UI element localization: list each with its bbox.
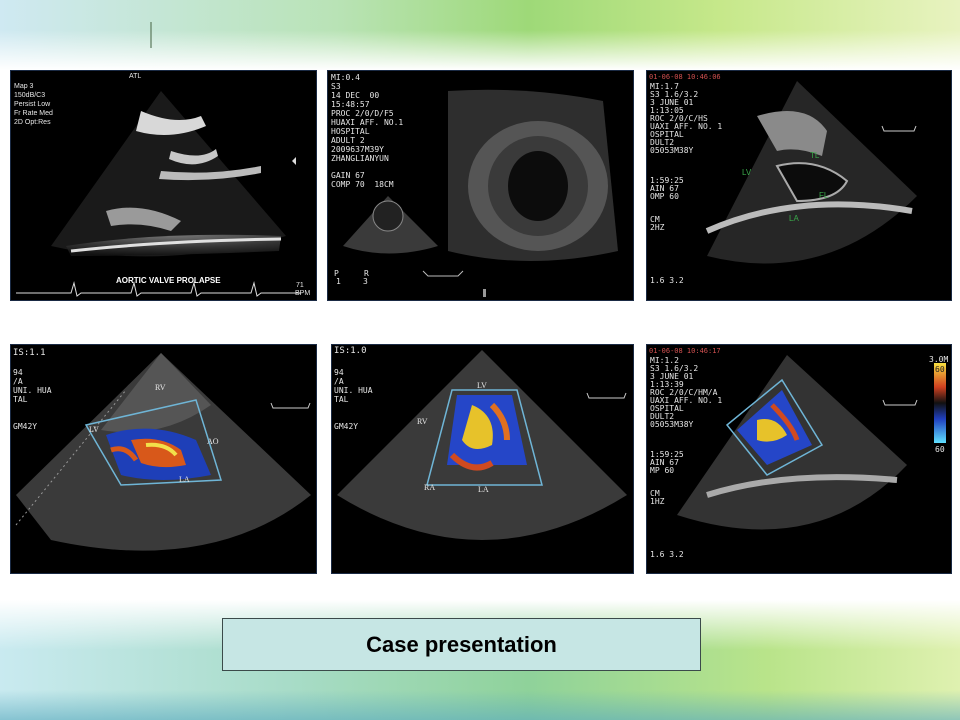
decorative-line	[150, 22, 152, 48]
label-rv: RV	[417, 417, 428, 426]
header-line-3: 94	[334, 368, 344, 377]
label-ao: AO	[207, 437, 219, 446]
gain-line: GAIN 67	[331, 171, 365, 180]
label-lv: LV	[89, 425, 99, 434]
velocity-scale-bottom: 60	[935, 445, 945, 454]
mid-line-3: OMP 60	[650, 192, 679, 201]
label-la: LA	[179, 475, 190, 484]
ultrasound-image	[337, 350, 627, 540]
probe-mark-1: 1	[336, 277, 341, 286]
echo-image-color-doppler-apical: IS:1.0 94 /A UNI. HUA TAL GM42Y LV RV RA…	[331, 344, 634, 574]
header-line-8: GM42Y	[13, 422, 38, 431]
logo-text: ATL	[129, 73, 142, 80]
lower-line-2: 2HZ	[650, 223, 665, 232]
label-lv: LV	[742, 168, 752, 177]
probe-freq: 1.6 3.2	[650, 550, 684, 559]
header-line-1: IS:1.0	[334, 346, 367, 356]
ultrasound-image	[16, 91, 301, 297]
label-fl: FL	[819, 191, 829, 200]
header-line-8: ADULT 2	[331, 136, 365, 145]
label-la: LA	[789, 214, 799, 223]
velocity-scale-max: 3.0M	[929, 355, 949, 364]
ultrasound-image	[15, 353, 311, 551]
header-line-7: HOSPITAL	[331, 127, 370, 136]
label-la: LA	[478, 485, 489, 494]
echo-image-aortic-valve-prolapse: ATL Map 3 150dB/C3 Persist Low Fr Rate M…	[10, 70, 317, 301]
heart-rate-value: 71	[296, 282, 304, 289]
label-ra: RA	[424, 483, 436, 492]
header-line-5: PROC 2/0/D/F5	[331, 109, 394, 118]
header-line-9: 05053M38Y	[650, 420, 694, 429]
echo-image-short-axis: MI:0.4 S3 14 DEC 00 15:48:57 PROC 2/0/D/…	[327, 70, 634, 301]
label-tl: TL	[810, 151, 820, 160]
header-line-6: TAL	[13, 395, 28, 404]
header-line-4: /A	[13, 377, 23, 386]
settings-line-3: Persist Low	[14, 101, 51, 108]
echo-image-color-doppler-lvot: IS:1.1 94 /A UNI. HUA TAL GM42Y RV LV AO…	[10, 344, 317, 574]
header-line-6: TAL	[334, 395, 349, 404]
date-line: 01-06-08 10:46:17	[649, 347, 721, 355]
slide-background-top	[0, 0, 960, 70]
header-line-2: S3	[331, 82, 341, 91]
label-lv: LV	[477, 381, 487, 390]
header-line-9: 05053M38Y	[650, 146, 694, 155]
image-caption: AORTIC VALVE PROLAPSE	[116, 276, 221, 285]
lower-line-2: 1HZ	[650, 497, 665, 506]
label-rv: RV	[155, 383, 166, 392]
settings-line-5: 2D Opt:Res	[14, 119, 51, 126]
comp-line: COMP 70 18CM	[331, 180, 394, 189]
header-line-5: UNI. HUA	[334, 386, 373, 395]
header-line-4: /A	[334, 377, 344, 386]
header-line-8: GM42Y	[334, 422, 359, 431]
settings-line-1: Map 3	[14, 83, 34, 90]
probe-mark-3: 3	[363, 277, 368, 286]
echo-image-color-doppler-dissection: 01-06-08 10:46:17 MI:1.2 S3 1.6/3.2 3 JU…	[646, 344, 952, 574]
slide-title-box: Case presentation	[222, 618, 701, 671]
header-line-5: UNI. HUA	[13, 386, 52, 395]
settings-line-2: 150dB/C3	[14, 92, 46, 99]
header-line-1: IS:1.1	[13, 348, 46, 358]
settings-line-4: Fr Rate Med	[14, 110, 53, 117]
slide-title: Case presentation	[366, 631, 557, 657]
header-line-6: HUAXI AFF. NO.1	[331, 118, 404, 127]
header-line-10: ZHANGLIANYUN	[331, 154, 389, 163]
header-line-3: 94	[13, 368, 23, 377]
probe-freq: 1.6 3.2	[650, 276, 684, 285]
echo-image-dissection: 01-06-08 10:46:06 MI:1.7 S3 1.6/3.2 3 JU…	[646, 70, 952, 301]
date-line: 01-06-08 10:46:06	[649, 73, 721, 81]
header-line-3: 14 DEC 00	[331, 91, 380, 100]
mid-line-3: MP 60	[650, 466, 675, 475]
velocity-scale-top: 60	[935, 365, 945, 374]
heart-rate-unit: BPM	[295, 290, 311, 297]
header-line-4: 15:48:57	[331, 100, 370, 109]
header-line-9: 2009637M39Y	[331, 145, 384, 154]
header-line-1: MI:0.4	[331, 73, 360, 82]
